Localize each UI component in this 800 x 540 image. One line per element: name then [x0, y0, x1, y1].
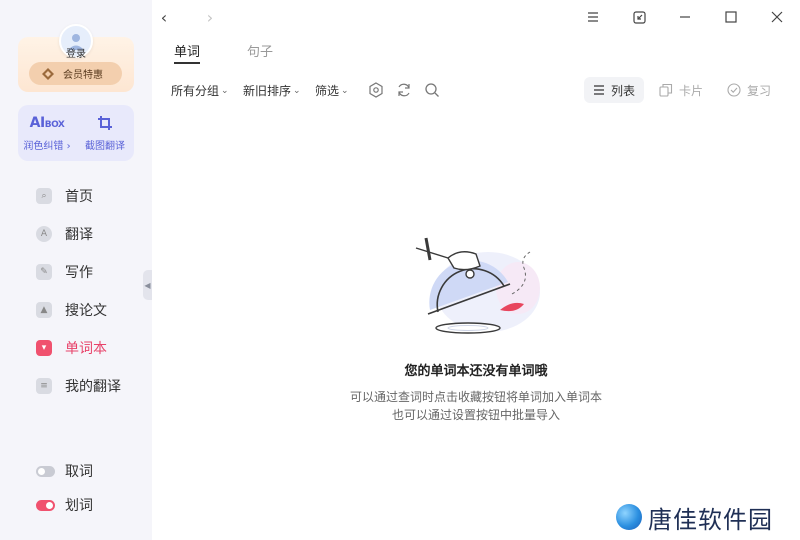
sync-icon [398, 83, 410, 97]
crop-icon [98, 115, 112, 130]
vip-offer-button[interactable]: 会员特惠 [29, 62, 122, 85]
list-icon [594, 85, 604, 95]
hamburger-menu-icon [588, 12, 598, 22]
minimize-icon [680, 16, 690, 18]
translate-icon: A [36, 226, 52, 242]
watermark-logo-icon [616, 504, 642, 530]
titlebar: ‹ › [152, 0, 800, 34]
sidebar-collapse-handle[interactable]: ◀ [143, 270, 152, 300]
vip-diamond-icon [42, 67, 54, 80]
sidebar-item-wordbook[interactable]: ▾ 单词本 [0, 329, 152, 367]
sidebar-item-my-translations[interactable]: ≡ 我的翻译 [0, 367, 152, 405]
sidebar-item-search-papers[interactable]: ▲ 搜论文 [0, 291, 152, 329]
close-icon [771, 11, 783, 23]
tab-bar: 单词 句子 [152, 34, 800, 64]
polish-correct-tool[interactable]: AIBOX 润色纠错 › [18, 105, 76, 161]
tools-card: AIBOX 润色纠错 › 截图翻译 [18, 105, 134, 161]
sidebar-item-label: 搜论文 [65, 303, 107, 319]
collapse-arrow-icon: ◀ [144, 280, 151, 290]
sidebar: 登录 会员特惠 AIBOX 润色纠错 › 截图翻译 ⌕ 首页 A 翻译 ✎ 写作… [0, 0, 152, 540]
maximize-button[interactable] [719, 5, 743, 29]
back-button[interactable]: ‹ [152, 5, 176, 29]
hexagon-settings-icon [369, 82, 383, 98]
list-view-button[interactable]: 列表 [584, 77, 645, 103]
menu-button[interactable] [581, 5, 605, 29]
login-label[interactable]: 登录 [0, 45, 152, 60]
chevron-down-icon: ⌄ [293, 85, 301, 96]
sidebar-item-write[interactable]: ✎ 写作 [0, 253, 152, 291]
mortarboard-icon: ▲ [36, 302, 52, 318]
empty-state-title: 您的单词本还没有单词哦 [404, 364, 548, 379]
forward-button[interactable]: › [198, 5, 222, 29]
sidebar-item-label: 首页 [65, 189, 93, 205]
empty-cloche-illustration [415, 237, 540, 334]
empty-state-hint: 可以通过查词时点击收藏按钮将单词加入单词本 [349, 390, 602, 404]
bookmark-book-icon: ▾ [36, 340, 52, 356]
polish-correct-label: 润色纠错 › [23, 140, 71, 152]
cards-icon [659, 83, 673, 97]
sidebar-nav: ⌕ 首页 A 翻译 ✎ 写作 ▲ 搜论文 ▾ 单词本 ≡ 我的翻译 [0, 177, 152, 405]
tab-words[interactable]: 单词 [174, 41, 200, 60]
close-button[interactable] [765, 5, 789, 29]
maximize-icon [725, 11, 737, 23]
sidebar-item-label: 写作 [65, 265, 93, 281]
minimize-button[interactable] [673, 5, 697, 29]
selection-translate-toggle[interactable] [36, 499, 55, 511]
ai-box-logo: AIBOX [29, 114, 65, 131]
search-icon [425, 83, 439, 97]
review-button[interactable]: 复习 [718, 77, 780, 103]
toolbar: 所有分组 ⌄ 新旧排序 ⌄ 筛选 ⌄ 列表 卡片 复习 [152, 76, 800, 104]
chevron-left-icon: ‹ [160, 7, 168, 27]
vip-offer-label: 会员特惠 [63, 70, 103, 81]
pen-icon: ✎ [36, 264, 52, 280]
chevron-down-icon: ⌄ [221, 85, 229, 96]
chevron-right-icon: › [63, 140, 71, 152]
screenshot-translate-label: 截图翻译 [85, 140, 125, 152]
sidebar-item-label: 翻译 [65, 227, 93, 243]
word-capture-toggle[interactable] [36, 465, 55, 477]
search-button[interactable] [423, 81, 441, 99]
word-capture-label: 取词 [65, 464, 93, 480]
sidebar-item-home[interactable]: ⌕ 首页 [0, 177, 152, 215]
watermark-text: 唐佳软件园 [648, 505, 773, 534]
tab-sentences[interactable]: 句子 [247, 41, 273, 60]
sort-dropdown[interactable]: 新旧排序 ⌄ [243, 82, 301, 99]
document-icon: ≡ [36, 378, 52, 394]
chevron-down-icon: ⌄ [341, 85, 349, 96]
sync-button[interactable] [395, 81, 413, 99]
screenshot-translate-tool[interactable]: 截图翻译 [76, 105, 134, 161]
card-view-button[interactable]: 卡片 [650, 77, 712, 103]
sidebar-item-label: 我的翻译 [65, 379, 121, 395]
selection-translate-toggle-row[interactable]: 划词 [0, 490, 152, 520]
sidebar-item-label: 单词本 [65, 341, 107, 357]
mini-mode-button[interactable] [627, 5, 651, 29]
selection-translate-label: 划词 [65, 498, 93, 514]
sidebar-item-translate[interactable]: A 翻译 [0, 215, 152, 253]
word-capture-toggle-row[interactable]: 取词 [0, 456, 152, 486]
group-filter-dropdown[interactable]: 所有分组 ⌄ [171, 82, 229, 99]
chevron-right-icon: › [206, 7, 214, 27]
empty-state-hint: 也可以通过设置按钮中批量导入 [391, 408, 560, 422]
home-icon: ⌕ [36, 188, 52, 204]
mini-window-icon [632, 10, 646, 24]
check-circle-icon [727, 83, 741, 97]
settings-button[interactable] [367, 81, 385, 99]
watermark: 唐佳软件园 [608, 494, 800, 540]
filter-dropdown[interactable]: 筛选 ⌄ [315, 82, 349, 99]
active-tab-indicator [174, 62, 200, 64]
